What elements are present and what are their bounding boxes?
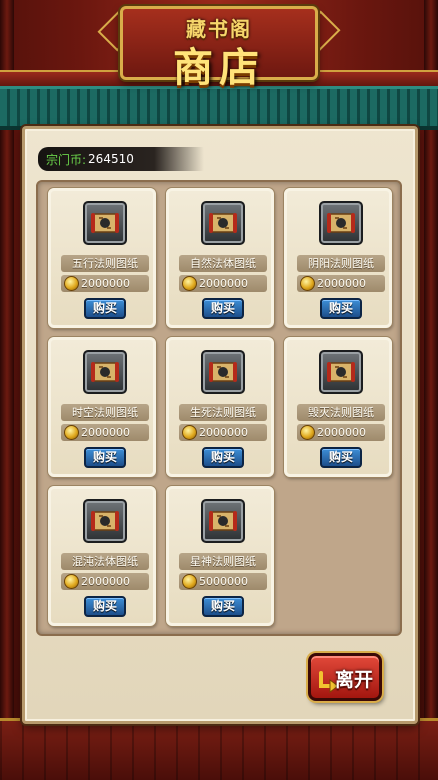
scroll-icon bbox=[201, 201, 245, 245]
leave-label: 离开 bbox=[335, 669, 374, 691]
currency-label: 宗门币: bbox=[46, 152, 87, 167]
buy-button[interactable]: 购买 bbox=[84, 596, 126, 617]
item-price-value: 2000000 bbox=[81, 575, 130, 588]
currency-display: 宗门币: 264510 bbox=[38, 147, 204, 171]
scroll-icon bbox=[201, 350, 245, 394]
scroll-icon bbox=[83, 499, 127, 543]
coin-icon bbox=[300, 425, 315, 440]
coin-icon bbox=[182, 574, 197, 589]
shop-item: 毁灭法则图纸 2000000 购买 bbox=[284, 337, 392, 477]
item-price: 2000000 bbox=[297, 275, 385, 292]
item-price-value: 2000000 bbox=[317, 277, 366, 290]
item-name: 阴阳法则图纸 bbox=[297, 255, 385, 272]
shop-item: 生死法则图纸 2000000 购买 bbox=[166, 337, 274, 477]
item-price: 2000000 bbox=[179, 424, 267, 441]
item-name: 生死法则图纸 bbox=[179, 404, 267, 421]
leave-button[interactable]: 离开 bbox=[308, 653, 382, 701]
scroll-icon bbox=[201, 499, 245, 543]
coin-icon bbox=[64, 425, 79, 440]
item-name: 毁灭法则图纸 bbox=[297, 404, 385, 421]
shop-item: 五行法则图纸 2000000 购买 bbox=[48, 188, 156, 328]
coin-icon bbox=[64, 574, 79, 589]
coin-icon bbox=[182, 276, 197, 291]
item-price: 2000000 bbox=[297, 424, 385, 441]
item-grid: 五行法则图纸 2000000 购买 自然法体图纸 2000000 购买 阴阳法则… bbox=[36, 180, 402, 636]
coin-icon bbox=[64, 276, 79, 291]
item-price-value: 5000000 bbox=[199, 575, 248, 588]
item-price-value: 2000000 bbox=[81, 426, 130, 439]
buy-button[interactable]: 购买 bbox=[202, 447, 244, 468]
item-name: 五行法则图纸 bbox=[61, 255, 149, 272]
item-price-value: 2000000 bbox=[317, 426, 366, 439]
shop-item: 自然法体图纸 2000000 购买 bbox=[166, 188, 274, 328]
item-name: 星神法则图纸 bbox=[179, 553, 267, 570]
scroll-icon bbox=[319, 201, 363, 245]
item-name: 混沌法体图纸 bbox=[61, 553, 149, 570]
item-price: 5000000 bbox=[179, 573, 267, 590]
buy-button[interactable]: 购买 bbox=[320, 447, 362, 468]
buy-button[interactable]: 购买 bbox=[320, 298, 362, 319]
shop-item: 混沌法体图纸 2000000 购买 bbox=[48, 486, 156, 626]
buy-button[interactable]: 购买 bbox=[202, 596, 244, 617]
buy-button[interactable]: 购买 bbox=[84, 298, 126, 319]
shop-item: 时空法则图纸 2000000 购买 bbox=[48, 337, 156, 477]
shop-item: 星神法则图纸 5000000 购买 bbox=[166, 486, 274, 626]
item-name: 自然法体图纸 bbox=[179, 255, 267, 272]
coin-icon bbox=[300, 276, 315, 291]
shop-title: 商店 bbox=[173, 44, 265, 91]
item-price: 2000000 bbox=[61, 424, 149, 441]
item-price: 2000000 bbox=[179, 275, 267, 292]
scroll-icon bbox=[319, 350, 363, 394]
item-price-value: 2000000 bbox=[81, 277, 130, 290]
title-plaque: 藏书阁 商店 bbox=[120, 6, 318, 91]
item-price: 2000000 bbox=[61, 573, 149, 590]
currency-value: 264510 bbox=[88, 152, 134, 166]
scroll-icon bbox=[83, 201, 127, 245]
coin-icon bbox=[182, 425, 197, 440]
buy-button[interactable]: 购买 bbox=[202, 298, 244, 319]
item-price: 2000000 bbox=[61, 275, 149, 292]
bottom-decoration bbox=[0, 718, 438, 780]
item-price-value: 2000000 bbox=[199, 277, 248, 290]
shop-item: 阴阳法则图纸 2000000 购买 bbox=[284, 188, 392, 328]
item-price-value: 2000000 bbox=[199, 426, 248, 439]
buy-button[interactable]: 购买 bbox=[84, 447, 126, 468]
item-name: 时空法则图纸 bbox=[61, 404, 149, 421]
scroll-icon bbox=[83, 350, 127, 394]
